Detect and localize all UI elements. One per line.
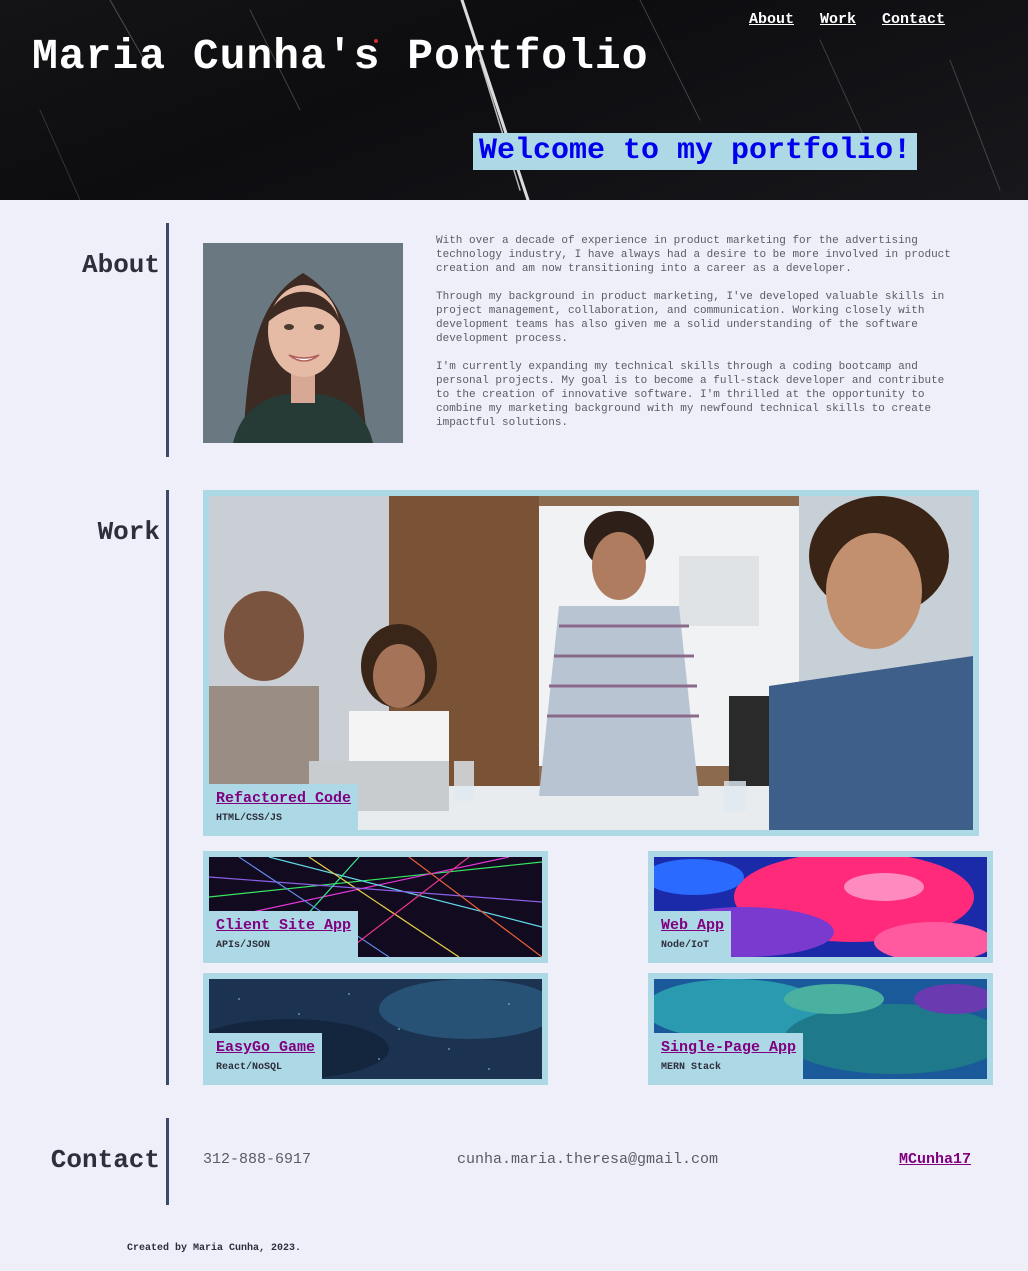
project-card-featured[interactable]: Refactored Code HTML/CSS/JS: [203, 490, 979, 836]
project-link[interactable]: EasyGo Game: [216, 1039, 315, 1056]
project-tech: Node/IoT: [661, 940, 710, 951]
project-image: Web App Node/IoT: [654, 857, 987, 957]
header-background-streaks: [39, 0, 1001, 200]
main-nav: About Work Contact: [749, 11, 945, 28]
contact-phone: 312-888-6917: [203, 1151, 312, 1168]
contact-email: cunha.maria.theresa@gmail.com: [457, 1151, 719, 1168]
project-link[interactable]: Single-Page App: [661, 1039, 796, 1056]
about-paragraph: With over a decade of experience in prod…: [436, 235, 951, 275]
about-paragraph: I'm currently expanding my technical ski…: [436, 361, 945, 429]
site-header: Maria Cunha's Portfolio About Work Conta…: [0, 0, 1028, 200]
profile-portrait-image: [203, 243, 403, 443]
project-link[interactable]: Refactored Code: [216, 790, 351, 807]
project-image: Single-Page App MERN Stack: [654, 979, 987, 1079]
project-card[interactable]: Web App Node/IoT: [648, 851, 993, 963]
work-heading: Work: [97, 517, 160, 547]
project-image: Refactored Code HTML/CSS/JS: [209, 496, 973, 830]
about-divider: [166, 223, 169, 457]
contact-heading: Contact: [50, 1145, 160, 1175]
project-tech: MERN Stack: [661, 1062, 722, 1073]
footer-credit: Created by Maria Cunha, 2023.: [127, 1243, 302, 1254]
project-tech: APIs/JSON: [216, 940, 271, 951]
project-card[interactable]: Client Site App APIs/JSON: [203, 851, 548, 963]
nav-link-work[interactable]: Work: [820, 11, 856, 28]
project-link[interactable]: Web App: [661, 917, 724, 934]
about-heading: About: [81, 250, 160, 280]
project-tech: HTML/CSS/JS: [216, 813, 283, 824]
project-image: Client Site App APIs/JSON: [209, 857, 542, 957]
project-tech: React/NoSQL: [216, 1062, 283, 1073]
project-card[interactable]: EasyGo Game React/NoSQL: [203, 973, 548, 1085]
project-label: Client Site App APIs/JSON: [209, 911, 359, 957]
profile-photo: [203, 243, 403, 443]
nav-link-about[interactable]: About: [749, 11, 794, 28]
project-image: EasyGo Game React/NoSQL: [209, 979, 542, 1079]
project-card[interactable]: Single-Page App MERN Stack: [648, 973, 993, 1085]
github-link[interactable]: MCunha17: [899, 1151, 971, 1168]
contact-divider: [166, 1118, 169, 1205]
about-paragraph: Through my background in product marketi…: [436, 291, 945, 345]
project-link[interactable]: Client Site App: [216, 917, 351, 934]
team-meeting-image: [209, 496, 973, 830]
work-divider: [166, 490, 169, 1085]
project-label: Single-Page App MERN Stack: [654, 1033, 804, 1079]
about-text: With over a decade of experience in prod…: [436, 234, 960, 444]
nav-link-contact[interactable]: Contact: [882, 11, 945, 28]
project-label: EasyGo Game React/NoSQL: [209, 1033, 323, 1079]
welcome-banner: Welcome to my portfolio!: [473, 133, 918, 170]
site-title: Maria Cunha's Portfolio: [32, 32, 649, 81]
project-label: Refactored Code HTML/CSS/JS: [209, 784, 359, 830]
project-label: Web App Node/IoT: [654, 911, 732, 957]
